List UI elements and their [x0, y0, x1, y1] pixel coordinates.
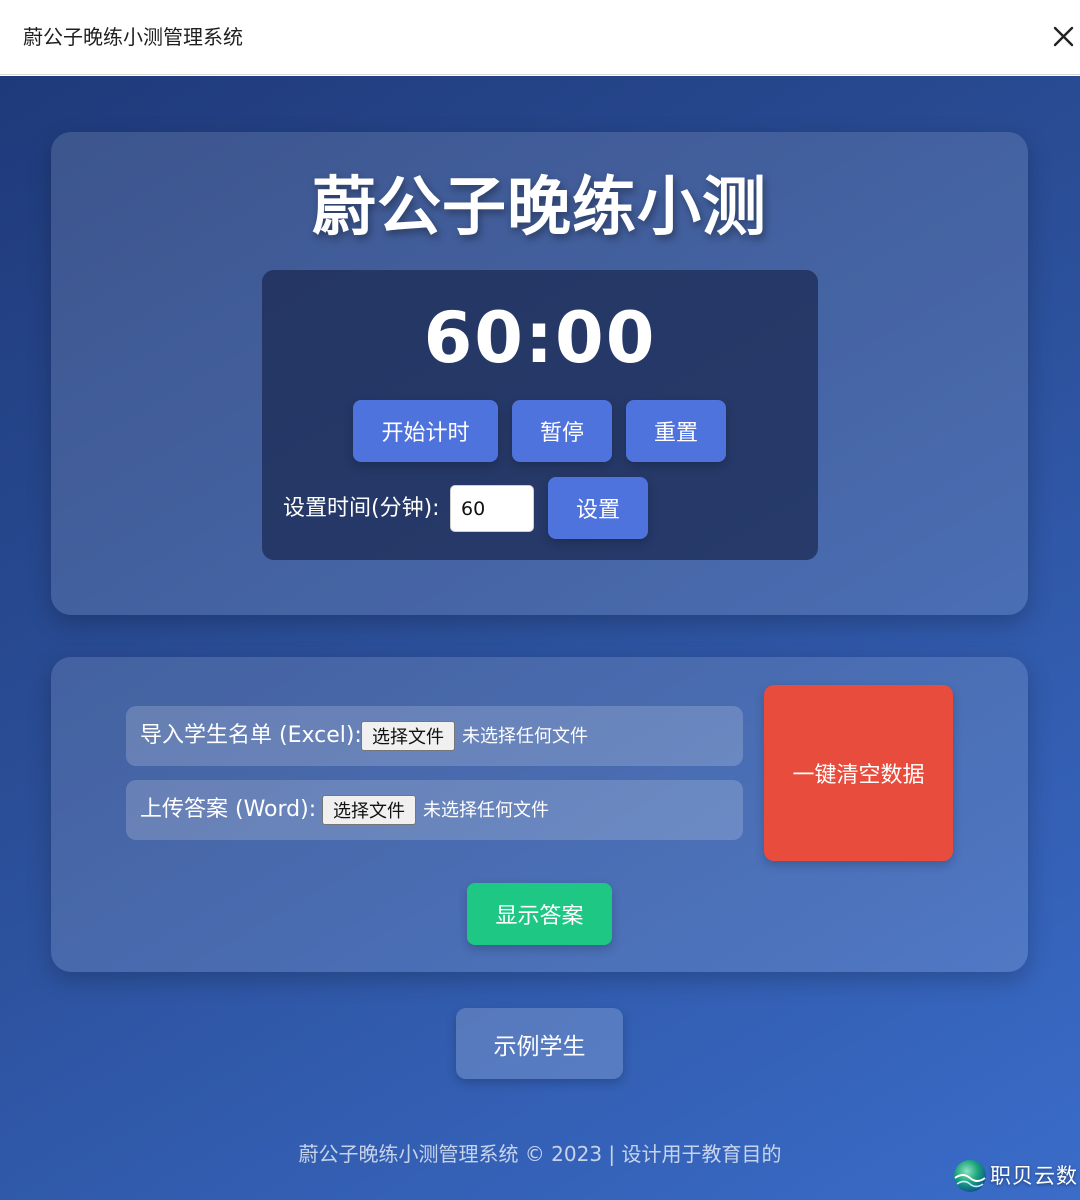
- timer-display: 60:00: [423, 297, 657, 379]
- clear-all-data-button[interactable]: 一键清空数据: [764, 685, 953, 861]
- close-icon[interactable]: [1046, 20, 1080, 54]
- show-answer-button[interactable]: 显示答案: [467, 883, 612, 945]
- excel-choose-file-button[interactable]: 选择文件: [361, 721, 455, 751]
- reset-button[interactable]: 重置: [626, 400, 726, 462]
- excel-file-status: 未选择任何文件: [462, 726, 588, 747]
- import-card: 导入学生名单 (Excel): 选择文件 未选择任何文件 上传答案 (Word)…: [51, 657, 1028, 972]
- page-title: 蔚公子晚练小测: [312, 171, 767, 245]
- footer-text: 蔚公子晚练小测管理系统 © 2023 | 设计用于教育目的: [298, 1142, 782, 1166]
- timer-panel: 60:00 开始计时 暂停 重置 设置时间(分钟): 设置: [262, 270, 818, 560]
- timer-card: 蔚公子晚练小测 60:00 开始计时 暂停 重置 设置时间(分钟): 设置: [51, 132, 1028, 615]
- excel-import-label: 导入学生名单 (Excel):: [140, 723, 362, 748]
- start-timer-button[interactable]: 开始计时: [353, 400, 498, 462]
- excel-import-row: 导入学生名单 (Excel): 选择文件 未选择任何文件: [126, 706, 743, 766]
- window-title: 蔚公子晚练小测管理系统: [23, 25, 243, 49]
- globe-logo-icon: [954, 1160, 986, 1192]
- sample-students-button[interactable]: 示例学生: [456, 1008, 623, 1079]
- word-upload-row: 上传答案 (Word): 选择文件 未选择任何文件: [126, 780, 743, 840]
- word-file-status: 未选择任何文件: [423, 800, 549, 821]
- minutes-input[interactable]: [450, 485, 534, 532]
- word-choose-file-button[interactable]: 选择文件: [322, 795, 416, 825]
- watermark: 职贝云数: [950, 1156, 1080, 1196]
- window-titlebar: 蔚公子晚练小测管理系统: [0, 0, 1080, 75]
- set-time-label: 设置时间(分钟):: [283, 496, 440, 521]
- set-time-button[interactable]: 设置: [548, 477, 648, 539]
- app-background: 蔚公子晚练小测 60:00 开始计时 暂停 重置 设置时间(分钟): 设置 导入…: [0, 76, 1080, 1200]
- word-upload-label: 上传答案 (Word):: [140, 797, 317, 822]
- pause-button[interactable]: 暂停: [512, 400, 612, 462]
- watermark-text: 职贝云数: [990, 1164, 1078, 1188]
